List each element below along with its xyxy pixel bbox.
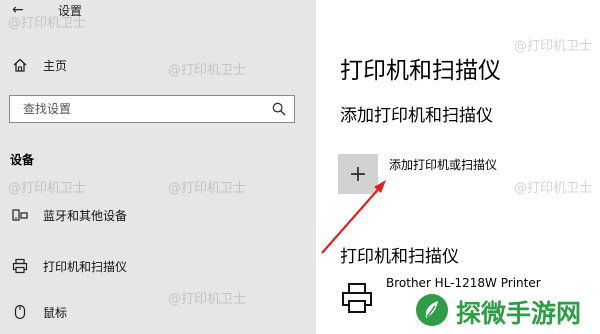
brand-name: 探微手游网	[456, 299, 582, 328]
back-button[interactable]: ←	[12, 2, 24, 18]
mouse-icon	[14, 304, 26, 320]
printer-device-icon[interactable]	[340, 281, 374, 315]
add-section-title: 添加打印机和扫描仪	[340, 106, 493, 126]
sidebar-item-mouse[interactable]: 鼠标	[0, 297, 316, 327]
plus-icon: +	[348, 161, 368, 187]
sidebar-item-label: 主页	[43, 59, 68, 73]
window-title: 设置	[58, 4, 83, 18]
brand-logo-icon	[416, 294, 448, 326]
search-input[interactable]	[10, 96, 273, 122]
sidebar-item-label: 蓝牙和其他设备	[43, 209, 128, 223]
section-heading-devices: 设备	[10, 153, 35, 167]
bluetooth-devices-icon	[12, 209, 28, 221]
sidebar-item-home[interactable]: 主页	[0, 50, 316, 80]
printer-icon	[12, 258, 28, 274]
search-icon[interactable]	[272, 102, 286, 116]
sidebar-item-printers[interactable]: 打印机和扫描仪	[0, 251, 316, 281]
sidebar-item-label: 鼠标	[43, 306, 68, 320]
home-icon	[13, 58, 27, 72]
add-printer-button[interactable]: +	[338, 154, 378, 194]
main-content: 打印机和扫描仪 添加打印机和扫描仪 + 添加打印机或扫描仪 打印机和扫描仪 Br…	[316, 0, 600, 334]
printer-list-title: 打印机和扫描仪	[340, 247, 459, 267]
add-printer-label[interactable]: 添加打印机或扫描仪	[389, 156, 497, 173]
sidebar-item-label: 打印机和扫描仪	[43, 260, 128, 274]
settings-search[interactable]	[9, 95, 295, 123]
settings-sidebar: ← 设置 主页 设备 蓝牙和其他设备 打印机和扫描仪	[0, 0, 316, 334]
page-title: 打印机和扫描仪	[340, 58, 501, 84]
title-bar: ← 设置	[0, 0, 316, 22]
brand-watermark: 探微手游网	[404, 288, 600, 334]
sidebar-item-bluetooth[interactable]: 蓝牙和其他设备	[0, 200, 316, 230]
